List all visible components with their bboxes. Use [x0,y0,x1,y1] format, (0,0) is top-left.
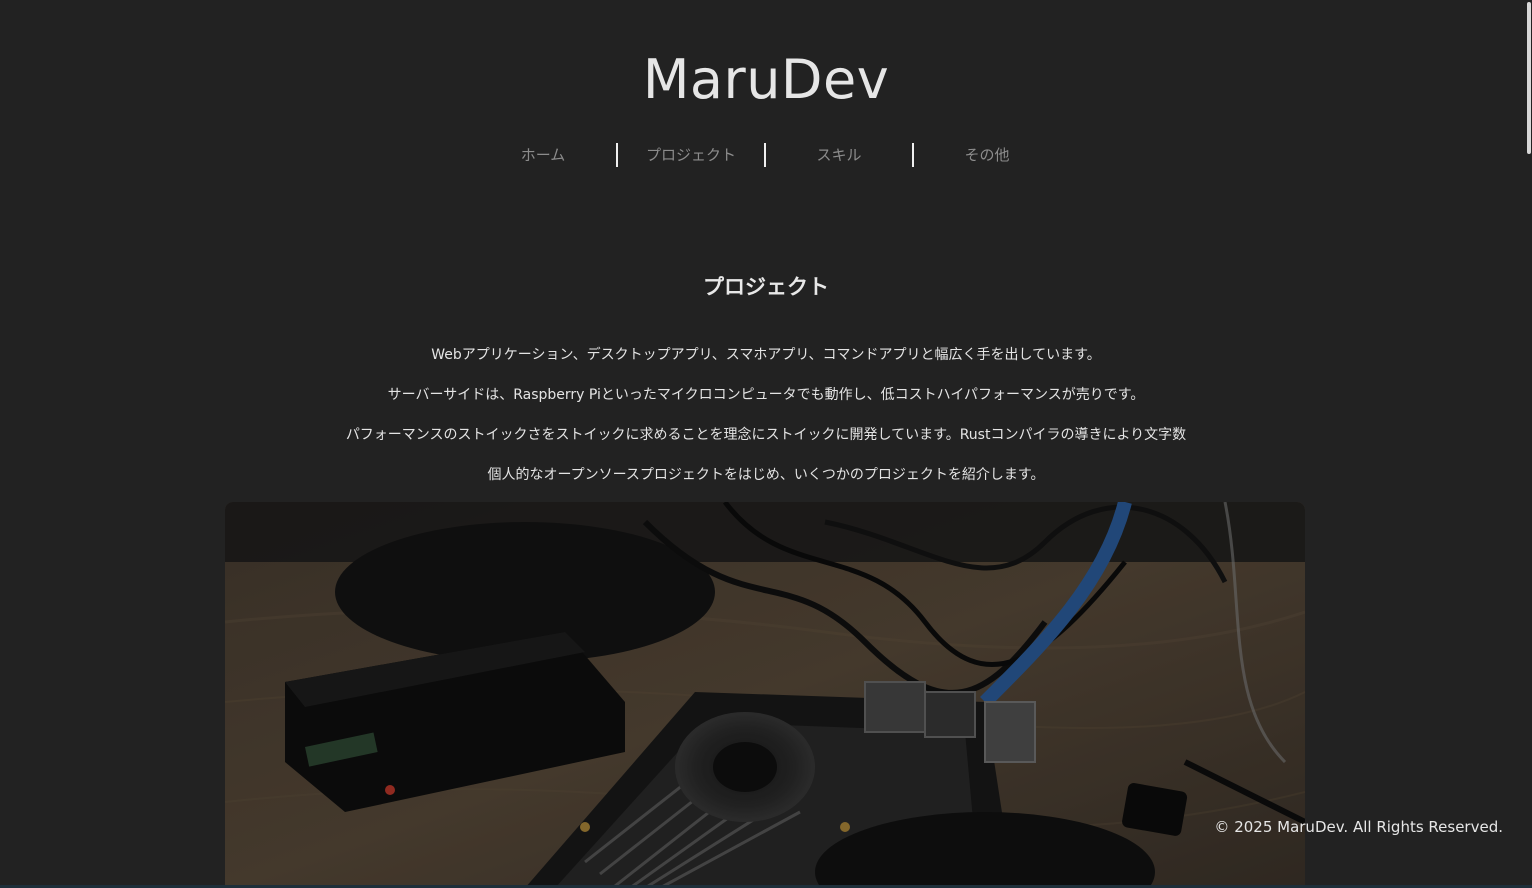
intro-line: パフォーマンスのストイックさをストイックに求めることを理念にストイックに開発して… [345,427,1187,443]
page: MaruDev ホーム プロジェクト スキル その他 プロジェクト Webアプリ… [0,0,1532,888]
nav-item-other[interactable]: その他 [914,142,1060,168]
main-nav: ホーム プロジェクト スキル その他 [470,142,1060,168]
scrollbar-thumb[interactable] [1527,2,1531,154]
hero-image [225,502,1305,888]
section-title: プロジェクト [703,275,829,300]
nav-item-projects[interactable]: プロジェクト [618,142,764,168]
nav-item-skills[interactable]: スキル [766,142,912,168]
intro-line: 個人的なオープンソースプロジェクトをはじめ、いくつかのプロジェクトを紹介します。 [487,467,1045,483]
site-title: MaruDev [642,48,890,111]
intro-line: サーバーサイドは、Raspberry Piといったマイクロコンピュータでも動作し… [387,387,1145,403]
scrollbar[interactable] [1526,0,1532,888]
intro-line: Webアプリケーション、デスクトップアプリ、スマホアプリ、コマンドアプリと幅広く… [431,347,1101,363]
footer-copyright: © 2025 MaruDev. All Rights Reserved. [1214,818,1503,836]
nav-item-home[interactable]: ホーム [470,142,616,168]
intro-text: Webアプリケーション、デスクトップアプリ、スマホアプリ、コマンドアプリと幅広く… [0,341,1532,501]
